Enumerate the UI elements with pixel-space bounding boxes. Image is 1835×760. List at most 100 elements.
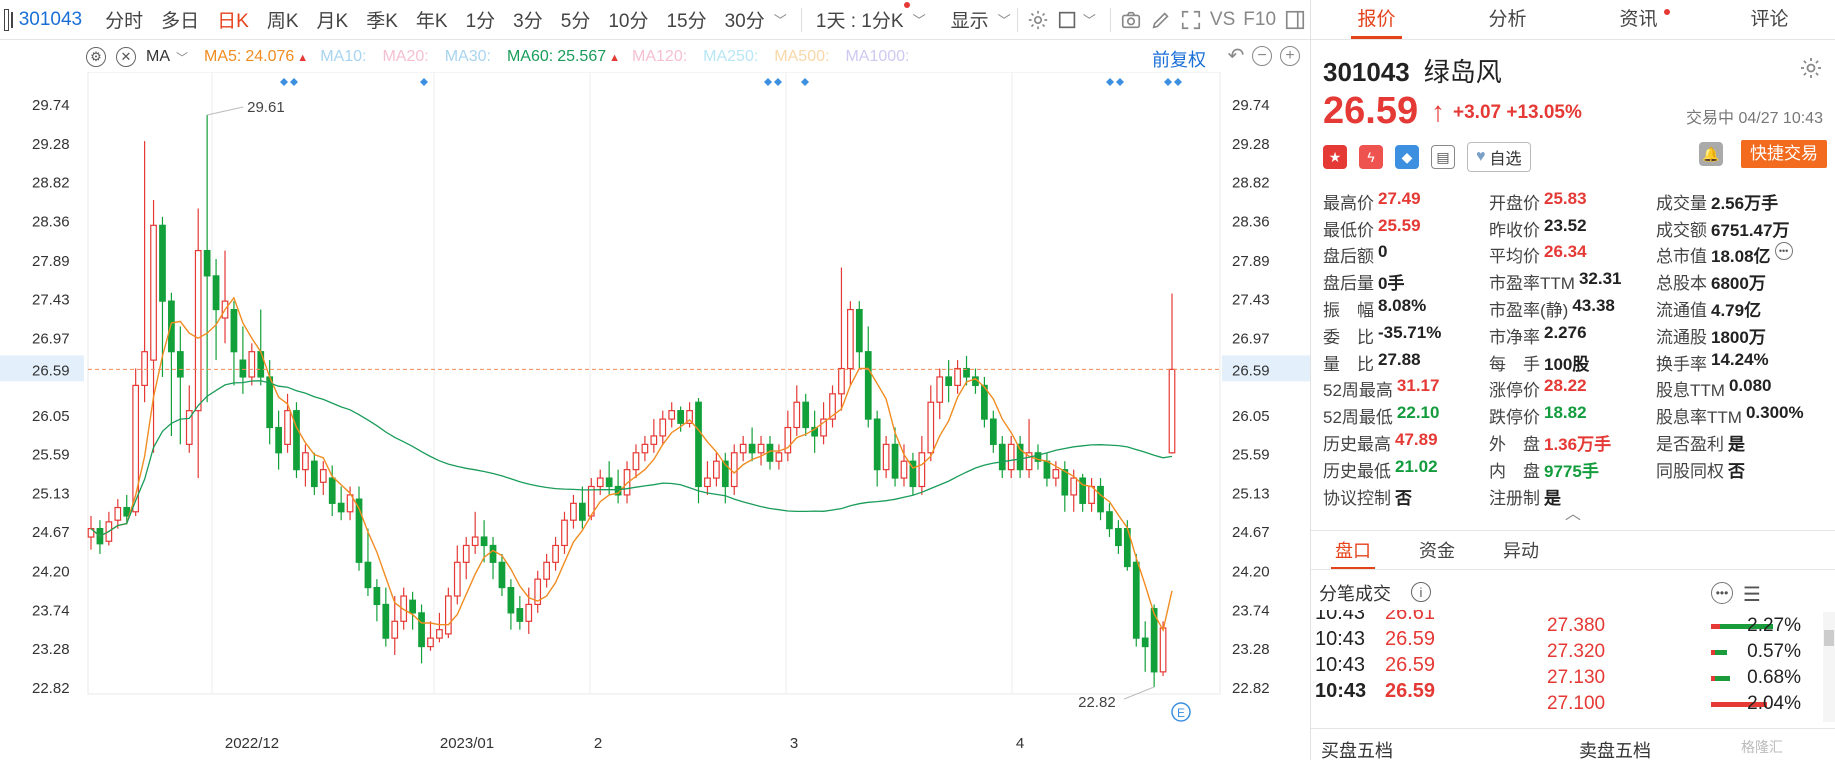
- candle-body[interactable]: [507, 586, 515, 614]
- candle-body[interactable]: [1052, 469, 1060, 479]
- candle-body[interactable]: [418, 612, 425, 648]
- ma-settings-icon[interactable]: ⚙: [86, 47, 106, 67]
- candle-body[interactable]: [650, 435, 658, 445]
- candle-body[interactable]: [480, 536, 488, 547]
- candle-body[interactable]: [918, 452, 926, 488]
- candle-body[interactable]: [391, 620, 399, 639]
- more-icon[interactable]: •••: [1711, 582, 1733, 604]
- tab-period-timeshare[interactable]: 分时: [105, 6, 143, 33]
- candle-body[interactable]: [632, 452, 640, 471]
- ma-item[interactable]: MA60: 25.567 ▲: [507, 48, 620, 66]
- candle-body[interactable]: [1079, 477, 1087, 504]
- event-marker-icon[interactable]: [764, 78, 772, 86]
- tab-period-5min[interactable]: 5分: [561, 6, 591, 33]
- candle-body[interactable]: [302, 452, 309, 471]
- tab-quote[interactable]: 报价: [1311, 0, 1442, 39]
- stock-code[interactable]: 301043: [19, 9, 82, 31]
- display-menu[interactable]: 显示: [951, 6, 989, 33]
- candle-body[interactable]: [319, 469, 327, 483]
- fullscreen-icon[interactable]: [1180, 6, 1202, 34]
- tab-period-yearly[interactable]: 年K: [416, 6, 448, 33]
- zoom-out-icon[interactable]: −: [1252, 46, 1272, 66]
- ma-indicator-label[interactable]: MA: [146, 48, 170, 66]
- candle-body[interactable]: [847, 308, 854, 370]
- candle-body[interactable]: [1097, 485, 1104, 513]
- event-marker-icon[interactable]: [290, 78, 298, 86]
- event-marker-icon[interactable]: [774, 78, 782, 86]
- candle-body[interactable]: [578, 502, 586, 521]
- sidebar-toggle-icon[interactable]: [4, 8, 13, 31]
- draw-rect-icon[interactable]: [1057, 6, 1079, 34]
- chevron-down-icon[interactable]: ﹀: [1083, 10, 1096, 29]
- candle-body[interactable]: [659, 418, 667, 437]
- candle-body[interactable]: [1115, 528, 1122, 547]
- candle-body[interactable]: [275, 426, 282, 454]
- candle-body[interactable]: [596, 477, 604, 488]
- settings-icon[interactable]: [1027, 6, 1049, 34]
- tab-period-10min[interactable]: 10分: [608, 6, 648, 33]
- chevron-down-icon[interactable]: ﹀: [998, 10, 1011, 29]
- candle-body[interactable]: [998, 443, 1006, 471]
- candle-body[interactable]: [427, 637, 434, 648]
- candle-body[interactable]: [230, 308, 238, 353]
- tab-comments[interactable]: 评论: [1704, 0, 1835, 39]
- event-marker-icon[interactable]: [1106, 78, 1114, 86]
- candle-body[interactable]: [1043, 460, 1051, 479]
- candle-body[interactable]: [516, 608, 524, 622]
- ma-item[interactable]: MA120:: [632, 48, 691, 66]
- candle-body[interactable]: [704, 477, 711, 488]
- candle-body[interactable]: [176, 351, 184, 378]
- candle-body[interactable]: [695, 401, 702, 488]
- candle-body[interactable]: [757, 443, 765, 454]
- ma-item[interactable]: MA250:: [703, 48, 762, 66]
- tab-period-weekly[interactable]: 周K: [267, 6, 299, 33]
- scrollbar-thumb[interactable]: [1824, 630, 1834, 646]
- tab-period-30min[interactable]: 30分: [725, 6, 765, 33]
- ma-item[interactable]: MA500:: [774, 48, 833, 66]
- candle-body[interactable]: [1159, 627, 1167, 673]
- lightning-icon[interactable]: ϟ: [1359, 145, 1383, 169]
- kline-chart-canvas[interactable]: 29.74 29.74 29.28 29.28 28.82 28.82 28.36 28.36…: [0, 72, 1310, 760]
- candle-body[interactable]: [489, 544, 497, 563]
- candle-body[interactable]: [605, 477, 613, 488]
- event-marker-icon[interactable]: [1116, 78, 1124, 86]
- tab-period-15min[interactable]: 15分: [666, 6, 706, 33]
- candle-body[interactable]: [239, 359, 247, 378]
- tab-period-3min[interactable]: 3分: [513, 6, 543, 33]
- candle-body[interactable]: [525, 603, 533, 622]
- candle-body[interactable]: [141, 351, 148, 386]
- candle-body[interactable]: [248, 351, 256, 378]
- event-marker-icon[interactable]: [280, 78, 288, 86]
- candle-body[interactable]: [1106, 511, 1113, 530]
- candle-body[interactable]: [373, 586, 381, 606]
- candle-body[interactable]: [364, 561, 372, 589]
- compare-button[interactable]: VS: [1210, 9, 1235, 31]
- candle-body[interactable]: [1061, 469, 1069, 496]
- candle-body[interactable]: [873, 418, 881, 471]
- candle-body[interactable]: [444, 595, 452, 635]
- candle-body[interactable]: [1132, 561, 1140, 639]
- chevron-down-icon[interactable]: ﹀: [176, 49, 188, 66]
- candle-body[interactable]: [927, 401, 935, 454]
- candle-body[interactable]: [1141, 637, 1149, 648]
- candle-body[interactable]: [739, 443, 747, 454]
- candle-body[interactable]: [328, 477, 336, 504]
- ma-close-icon[interactable]: ✕: [116, 47, 136, 67]
- candle-body[interactable]: [168, 300, 175, 353]
- candle-body[interactable]: [891, 443, 899, 479]
- add-watchlist-button[interactable]: ♥ 自选: [1467, 142, 1531, 172]
- candle-body[interactable]: [945, 376, 953, 386]
- candle-body[interactable]: [293, 410, 300, 471]
- gear-icon[interactable]: [1799, 56, 1823, 80]
- event-marker-icon[interactable]: [801, 78, 809, 86]
- tab-period-daily[interactable]: 日K: [217, 6, 249, 33]
- candle-body[interactable]: [936, 376, 944, 403]
- candle-body[interactable]: [668, 410, 676, 420]
- camera-icon[interactable]: [1120, 6, 1142, 34]
- zoom-in-icon[interactable]: +: [1280, 46, 1300, 66]
- chevron-down-icon[interactable]: ﹀: [913, 10, 926, 29]
- candle-body[interactable]: [498, 561, 506, 589]
- notes-icon[interactable]: ▤: [1431, 145, 1455, 169]
- tab-period-multiday[interactable]: 多日: [161, 6, 199, 33]
- candle-body[interactable]: [552, 544, 559, 563]
